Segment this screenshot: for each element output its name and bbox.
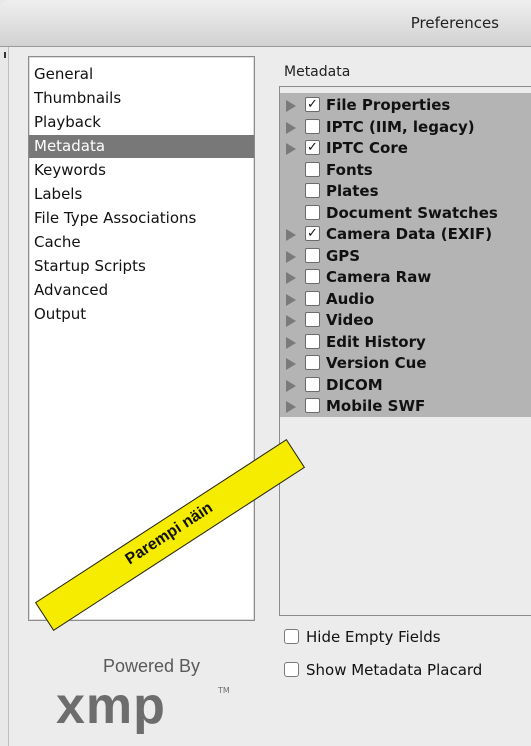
- category-item-metadata[interactable]: Metadata: [29, 135, 254, 158]
- disclosure-triangle-icon[interactable]: [286, 336, 296, 349]
- metadata-row-label: IPTC (IIM, legacy): [326, 117, 475, 136]
- disclosure-triangle-icon[interactable]: [286, 293, 296, 306]
- metadata-checkbox[interactable]: [305, 312, 320, 327]
- metadata-row-label: File Properties: [326, 96, 451, 114]
- metadata-row[interactable]: Version Cue: [280, 353, 531, 374]
- category-item-cache[interactable]: Cache: [29, 231, 254, 254]
- window-edge-mark: [4, 52, 6, 58]
- metadata-row[interactable]: Edit History: [280, 332, 531, 353]
- metadata-row-label: Version Cue: [326, 354, 427, 372]
- metadata-row[interactable]: Video: [280, 310, 531, 331]
- title-bar: Preferences: [0, 0, 531, 47]
- metadata-row-label: Video: [326, 311, 374, 329]
- metadata-checkbox[interactable]: ✓: [305, 97, 320, 112]
- metadata-row[interactable]: GPS: [280, 246, 531, 267]
- disclosure-triangle-icon[interactable]: [286, 401, 296, 413]
- category-item-labels[interactable]: Labels: [29, 183, 254, 206]
- disclosure-triangle-icon[interactable]: [286, 100, 296, 112]
- metadata-checkbox[interactable]: ✓: [305, 140, 320, 155]
- metadata-checkbox[interactable]: [305, 204, 320, 220]
- disclosure-triangle-icon[interactable]: [286, 272, 296, 284]
- disclosure-triangle-icon[interactable]: [286, 121, 296, 134]
- metadata-row[interactable]: Camera Raw: [280, 267, 531, 288]
- metadata-row[interactable]: ✓ File Properties: [280, 95, 531, 116]
- metadata-list: ✓ File Properties IPTC (IIM, legacy) ✓ IPTC …: [280, 93, 531, 417]
- category-item-startup-scripts[interactable]: Startup Scripts: [29, 255, 254, 278]
- metadata-row[interactable]: Document Swatches: [280, 203, 531, 224]
- window-title: Preferences: [410, 14, 499, 32]
- category-item-thumbnails[interactable]: Thumbnails: [29, 87, 254, 110]
- metadata-row-label: Plates: [326, 182, 379, 200]
- disclosure-triangle-icon[interactable]: [286, 379, 296, 392]
- metadata-checkbox[interactable]: [305, 333, 320, 349]
- metadata-checkbox[interactable]: [305, 247, 320, 263]
- metadata-row[interactable]: ✓ IPTC Core: [280, 138, 531, 159]
- metadata-panel: ✓ File Properties IPTC (IIM, legacy) ✓ IPTC …: [279, 86, 531, 616]
- disclosure-triangle-icon[interactable]: [286, 229, 296, 241]
- metadata-row-label: Camera Raw: [326, 268, 432, 286]
- category-item-playback[interactable]: Playback: [29, 111, 254, 134]
- metadata-row-label: GPS: [326, 246, 361, 265]
- metadata-row[interactable]: Fonts: [280, 160, 531, 181]
- metadata-row[interactable]: Audio: [280, 289, 531, 310]
- disclosure-triangle-icon[interactable]: [286, 143, 296, 155]
- xmp-logo: xmp: [56, 677, 166, 735]
- metadata-checkbox[interactable]: [305, 161, 320, 177]
- powered-by-text: Powered By: [103, 656, 201, 676]
- metadata-row[interactable]: IPTC (IIM, legacy): [280, 117, 531, 138]
- metadata-checkbox[interactable]: [305, 290, 320, 306]
- metadata-checkbox[interactable]: [305, 118, 320, 134]
- metadata-row[interactable]: Plates: [280, 181, 531, 202]
- metadata-row-label: Mobile SWF: [326, 397, 426, 415]
- metadata-row-label: DICOM: [326, 375, 383, 394]
- metadata-row[interactable]: ✓ Camera Data (EXIF): [280, 224, 531, 245]
- metadata-checkbox[interactable]: ✓: [305, 226, 320, 241]
- metadata-checkbox[interactable]: [305, 183, 320, 198]
- metadata-checkbox[interactable]: [305, 355, 320, 370]
- metadata-row-label: Audio: [326, 289, 375, 308]
- metadata-checkbox[interactable]: [305, 398, 320, 413]
- metadata-row-label: Camera Data (EXIF): [326, 225, 493, 243]
- checkbox-box[interactable]: [284, 662, 299, 677]
- category-item-advanced[interactable]: Advanced: [29, 279, 254, 302]
- metadata-row-label: IPTC Core: [326, 139, 408, 157]
- metadata-row[interactable]: DICOM: [280, 375, 531, 396]
- metadata-row-label: Fonts: [326, 160, 373, 179]
- category-item-keywords[interactable]: Keywords: [29, 159, 254, 182]
- category-item-general[interactable]: General: [29, 63, 254, 86]
- disclosure-triangle-icon[interactable]: [286, 358, 296, 370]
- disclosure-triangle-icon[interactable]: [286, 250, 296, 263]
- hide-empty-fields-label: Hide Empty Fields: [306, 628, 441, 646]
- category-item-output[interactable]: Output: [29, 303, 254, 326]
- metadata-checkbox[interactable]: [305, 269, 320, 284]
- metadata-row-label: Document Swatches: [326, 203, 498, 222]
- trademark-mark: TM: [218, 686, 230, 695]
- metadata-row[interactable]: Mobile SWF: [280, 396, 531, 417]
- metadata-heading: Metadata: [284, 64, 351, 80]
- disclosure-triangle-icon[interactable]: [286, 315, 296, 327]
- show-metadata-placard-label: Show Metadata Placard: [306, 661, 483, 679]
- category-item-file-type-associations[interactable]: File Type Associations: [29, 207, 254, 230]
- metadata-checkbox[interactable]: [305, 376, 320, 392]
- metadata-row-label: Edit History: [326, 332, 426, 351]
- checkbox-box[interactable]: [284, 629, 299, 644]
